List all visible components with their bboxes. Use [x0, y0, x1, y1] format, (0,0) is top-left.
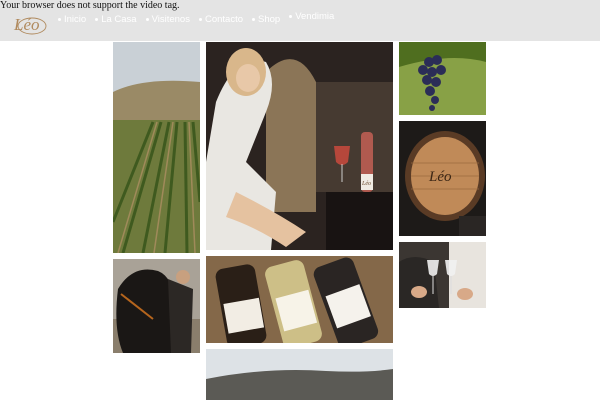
hills-photo[interactable] — [206, 349, 393, 400]
logo-text: Léo — [13, 15, 40, 34]
nav-label: Vendimia — [295, 11, 335, 22]
bullet-icon — [252, 18, 255, 21]
barrel-brand-label: Léo — [428, 169, 452, 185]
site-header: Your browser does not support the video … — [0, 0, 600, 41]
nav-item-inicio[interactable]: Inicio — [58, 14, 86, 25]
nav-label: Visitenos — [151, 14, 190, 25]
logo[interactable]: Léo — [10, 8, 48, 36]
wine-box-photo[interactable] — [206, 256, 393, 343]
toast-photo[interactable] — [399, 242, 486, 308]
logo-mark: Léo — [13, 15, 47, 35]
bullet-icon — [95, 18, 99, 21]
vineyard-photo[interactable] — [113, 42, 200, 253]
grapes-photo[interactable] — [399, 42, 486, 115]
nav-item-contacto[interactable]: Contacto — [198, 14, 243, 25]
bullet-icon — [289, 15, 293, 18]
barrel-photo[interactable]: Léo — [399, 121, 486, 236]
nav-label: La Casa — [101, 14, 137, 25]
bullet-icon — [198, 18, 202, 21]
nav-item-vendimia[interactable]: Vendimia — [289, 11, 334, 22]
bullet-icon — [58, 18, 61, 21]
nav-item-la-casa[interactable]: La Casa — [95, 14, 137, 25]
nav-label: Shop — [258, 14, 281, 25]
nav-item-shop[interactable]: Shop — [252, 14, 280, 25]
horse-photo[interactable] — [113, 259, 200, 353]
nav-label: Inicio — [64, 14, 87, 25]
bottle-brand-label: Léo — [361, 181, 371, 187]
main-nav: Inicio La Casa Visitenos Contacto Shop V… — [58, 11, 334, 25]
nav-item-visitenos[interactable]: Visitenos — [145, 14, 190, 25]
bullet-icon — [145, 18, 149, 21]
woman-wine-photo[interactable]: Léo — [206, 42, 393, 250]
nav-label: Contacto — [204, 14, 243, 25]
